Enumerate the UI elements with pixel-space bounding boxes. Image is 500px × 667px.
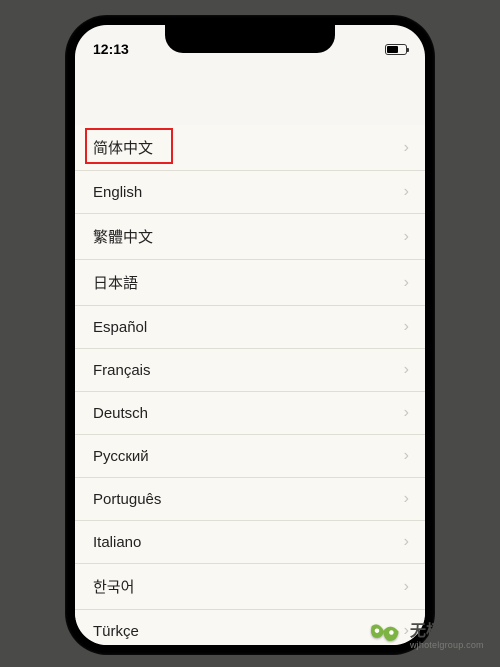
watermark-text-en: wjhotelgroup.com <box>410 641 490 651</box>
language-label: 繁體中文 <box>93 226 153 247</box>
language-item[interactable]: Français › <box>75 349 425 392</box>
chevron-right-icon: › <box>404 447 409 465</box>
chevron-right-icon: › <box>404 318 409 336</box>
watermark-text-cn: 无极安卓网 <box>410 623 490 641</box>
watermark: 无极安卓网 wjhotelgroup.com <box>368 619 490 655</box>
chevron-right-icon: › <box>404 490 409 508</box>
chevron-right-icon: › <box>404 183 409 201</box>
chevron-right-icon: › <box>404 274 409 292</box>
notch <box>165 25 335 53</box>
language-label: Italiano <box>93 534 141 551</box>
language-item[interactable]: 한국어 › <box>75 564 425 610</box>
language-item[interactable]: 繁體中文 › <box>75 214 425 260</box>
language-item[interactable]: 日本語 › <box>75 260 425 306</box>
language-label: Türkçe <box>93 623 139 640</box>
language-label: Русский <box>93 448 149 465</box>
language-label: 日本語 <box>93 272 138 293</box>
chevron-right-icon: › <box>404 361 409 379</box>
language-label: Deutsch <box>93 405 148 422</box>
chevron-right-icon: › <box>404 578 409 596</box>
chevron-right-icon: › <box>404 228 409 246</box>
language-item[interactable]: Deutsch › <box>75 392 425 435</box>
language-item[interactable]: 简体中文 › <box>75 125 425 171</box>
status-right <box>385 36 407 55</box>
language-list: 简体中文›English›繁體中文›日本語›Español›Français›D… <box>75 125 425 645</box>
chevron-right-icon: › <box>404 533 409 551</box>
language-item[interactable]: Italiano › <box>75 521 425 564</box>
chevron-right-icon: › <box>404 139 409 157</box>
language-label: 简体中文 <box>93 137 153 158</box>
chevron-right-icon: › <box>404 404 409 422</box>
language-item[interactable]: Português › <box>75 478 425 521</box>
language-label: 한국어 <box>93 576 134 597</box>
language-item[interactable]: Español › <box>75 306 425 349</box>
phone-screen: 12:13 简体中文›English›繁體中文›日本語›Español›Fran… <box>75 25 425 645</box>
watermark-logo-icon <box>368 619 404 655</box>
watermark-text: 无极安卓网 wjhotelgroup.com <box>410 623 490 650</box>
language-label: Português <box>93 491 161 508</box>
language-item[interactable]: Русский › <box>75 435 425 478</box>
language-item[interactable]: English › <box>75 171 425 214</box>
battery-icon <box>385 44 407 55</box>
language-list-container: 简体中文›English›繁體中文›日本語›Español›Français›D… <box>75 125 425 645</box>
language-label: Español <box>93 319 147 336</box>
language-label: English <box>93 184 142 201</box>
phone-frame: 12:13 简体中文›English›繁體中文›日本語›Español›Fran… <box>65 15 435 655</box>
language-label: Français <box>93 362 151 379</box>
status-time: 12:13 <box>93 33 129 57</box>
